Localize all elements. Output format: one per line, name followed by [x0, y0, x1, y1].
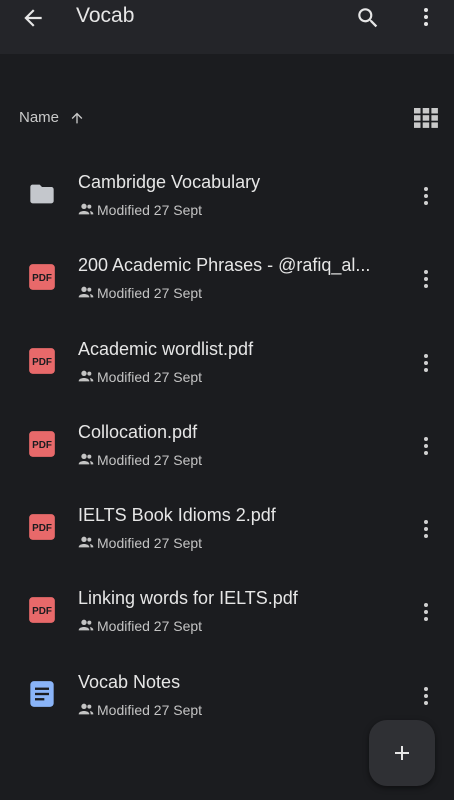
list-item[interactable]: Vocab Notes Modified 27 Sept [0, 640, 454, 723]
page-title: Vocab [76, 4, 135, 27]
file-name: Linking words for IELTS.pdf [78, 588, 298, 609]
file-name: Cambridge Vocabulary [78, 172, 261, 192]
file-name: Collocation.pdf [78, 421, 198, 442]
pdf-badge-label: PDF [32, 440, 52, 451]
list-item[interactable]: PDF Collocation.pdf Modified 27 Sept [0, 390, 454, 473]
file-name: 200 Academic Phrases - @rafiq_al... [78, 255, 371, 276]
pdf-badge-label: PDF [32, 607, 52, 618]
shared-people-icon [78, 620, 94, 631]
pdf-badge-label: PDF [32, 273, 52, 284]
arrow-up-icon[interactable] [69, 110, 85, 126]
more-vert-icon[interactable] [414, 434, 438, 458]
doc-icon [30, 680, 54, 707]
modified-date: Modified 27 Sept [97, 202, 203, 218]
sort-bar: Name [0, 100, 454, 136]
search-icon[interactable] [355, 5, 381, 31]
pdf-icon: PDF [29, 597, 55, 624]
pdf-icon: PDF [29, 347, 55, 374]
shared-people-icon [78, 536, 94, 548]
arrow-back-icon[interactable] [20, 5, 46, 31]
plus-icon [395, 746, 409, 760]
modified-date: Modified 27 Sept [97, 368, 203, 385]
list-item[interactable]: PDF Linking words for IELTS.pdf Modified… [0, 556, 454, 639]
modified-date: Modified 27 Sept [97, 618, 203, 635]
file-name: IELTS Book Idioms 2.pdf [78, 505, 276, 526]
list-item[interactable]: PDF Academic wordlist.pdf Modified 27 Se… [0, 307, 454, 390]
pdf-badge-label: PDF [32, 523, 52, 534]
more-vert-icon[interactable] [414, 600, 438, 624]
more-vert-icon[interactable] [414, 5, 438, 29]
more-vert-icon[interactable] [414, 267, 438, 291]
more-vert-icon[interactable] [414, 351, 438, 375]
grid-view-icon[interactable] [414, 108, 438, 128]
sort-by-name-button[interactable]: Name [19, 109, 59, 126]
more-vert-icon[interactable] [414, 517, 438, 541]
list-item[interactable]: Cambridge Vocabulary Modified 27 Sept [0, 140, 454, 223]
pdf-badge-label: PDF [32, 357, 52, 368]
pdf-icon: PDF [29, 514, 55, 541]
file-list: Cambridge Vocabulary Modified 27 Sept PD… [0, 140, 454, 723]
file-name: Vocab Notes [78, 671, 181, 692]
app-bar: Vocab [0, 0, 454, 54]
new-item-fab[interactable] [369, 720, 435, 786]
pdf-icon: PDF [29, 264, 55, 291]
shared-people-icon [78, 453, 94, 465]
modified-date: Modified 27 Sept [97, 701, 203, 718]
list-item[interactable]: PDF 200 Academic Phrases - @rafiq_al... … [0, 223, 454, 306]
pdf-icon: PDF [29, 431, 55, 457]
shared-people-icon [78, 370, 94, 381]
more-vert-icon[interactable] [414, 184, 438, 208]
shared-people-icon [78, 703, 94, 715]
list-item[interactable]: PDF IELTS Book Idioms 2.pdf Modified 27 … [0, 473, 454, 556]
folder-icon [30, 184, 54, 204]
more-vert-icon[interactable] [414, 684, 438, 708]
modified-date: Modified 27 Sept [97, 451, 203, 468]
modified-date: Modified 27 Sept [97, 285, 203, 302]
shared-people-icon [78, 203, 94, 215]
file-name: Academic wordlist.pdf [78, 338, 254, 359]
shared-people-icon [78, 286, 94, 298]
modified-date: Modified 27 Sept [97, 535, 203, 552]
